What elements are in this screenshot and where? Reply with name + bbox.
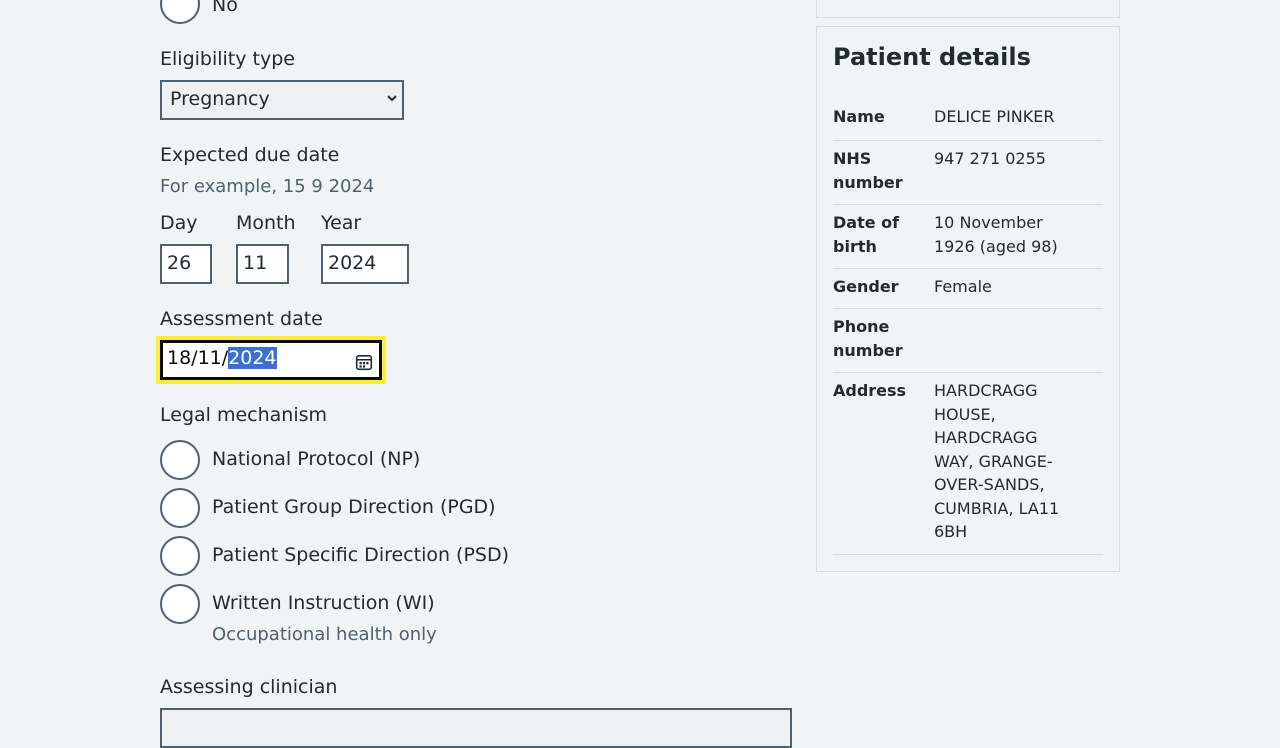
- address-key: Address: [833, 381, 907, 400]
- radio-np-label: National Protocol (NP): [212, 448, 421, 470]
- radio-pgd-label: Patient Group Direction (PGD): [212, 496, 496, 518]
- assessment-date-input[interactable]: 18/11/2024: [156, 336, 386, 384]
- radio-no-label: No: [212, 0, 238, 16]
- gender-value: Female: [934, 277, 992, 296]
- day-input[interactable]: 26: [160, 244, 212, 284]
- radio-psd[interactable]: [160, 536, 200, 576]
- eligibility-select[interactable]: Pregnancy: [160, 80, 404, 120]
- phone-number-key: Phone number: [833, 317, 903, 360]
- radio-wi[interactable]: [160, 584, 200, 624]
- assessing-clinician-select[interactable]: [160, 708, 792, 748]
- name-value: DELICE PINKER: [934, 107, 1055, 126]
- assessment-date-text: 18/11/: [167, 347, 229, 369]
- row-nhs-number: NHS number 947 271 0255: [833, 147, 1103, 205]
- eligibility-label: Eligibility type: [160, 48, 295, 70]
- gender-key: Gender: [833, 277, 899, 296]
- radio-wi-hint: Occupational health only: [212, 624, 437, 645]
- day-label: Day: [160, 212, 198, 234]
- month-input[interactable]: 11: [236, 244, 289, 284]
- row-name: Name DELICE PINKER: [833, 105, 1103, 141]
- chevron-down-icon: [387, 95, 397, 102]
- assessment-date-selection: 2024: [228, 347, 277, 369]
- legal-mechanism-label: Legal mechanism: [160, 404, 328, 426]
- row-address: Address HARDCRAGG HOUSE, HARDCRAGG WAY, …: [833, 379, 1103, 555]
- row-gender: Gender Female: [833, 275, 1103, 309]
- radio-psd-label: Patient Specific Direction (PSD): [212, 544, 510, 566]
- due-date-hint: For example, 15 9 2024: [160, 176, 375, 197]
- radio-pgd[interactable]: [160, 488, 200, 528]
- nhs-number-value: 947 271 0255: [934, 149, 1046, 168]
- summary-panel-top: [816, 0, 1120, 18]
- radio-no[interactable]: [160, 0, 200, 24]
- radio-np[interactable]: [160, 440, 200, 480]
- year-label: Year: [321, 212, 362, 234]
- date-of-birth-key: Date of birth: [833, 213, 900, 256]
- assessing-clinician-label: Assessing clinician: [160, 676, 338, 698]
- address-value: HARDCRAGG HOUSE, HARDCRAGG WAY, GRANGE-O…: [934, 381, 1060, 541]
- calendar-icon[interactable]: [355, 353, 373, 371]
- due-date-label: Expected due date: [160, 144, 340, 166]
- year-input[interactable]: 2024: [321, 244, 409, 284]
- eligibility-value: Pregnancy: [170, 88, 270, 110]
- row-phone-number: Phone number: [833, 315, 1103, 373]
- date-of-birth-value: 10 November 1926 (aged 98): [934, 213, 1058, 256]
- assessment-date-label: Assessment date: [160, 308, 323, 330]
- patient-details-title: Patient details: [833, 43, 1031, 71]
- month-label: Month: [236, 212, 296, 234]
- row-date-of-birth: Date of birth 10 November 1926 (aged 98): [833, 211, 1103, 269]
- nhs-number-key: NHS number: [833, 149, 903, 192]
- patient-details-panel: Patient details Name DELICE PINKER NHS n…: [816, 26, 1120, 572]
- radio-wi-label: Written Instruction (WI): [212, 592, 435, 614]
- name-key: Name: [833, 107, 885, 126]
